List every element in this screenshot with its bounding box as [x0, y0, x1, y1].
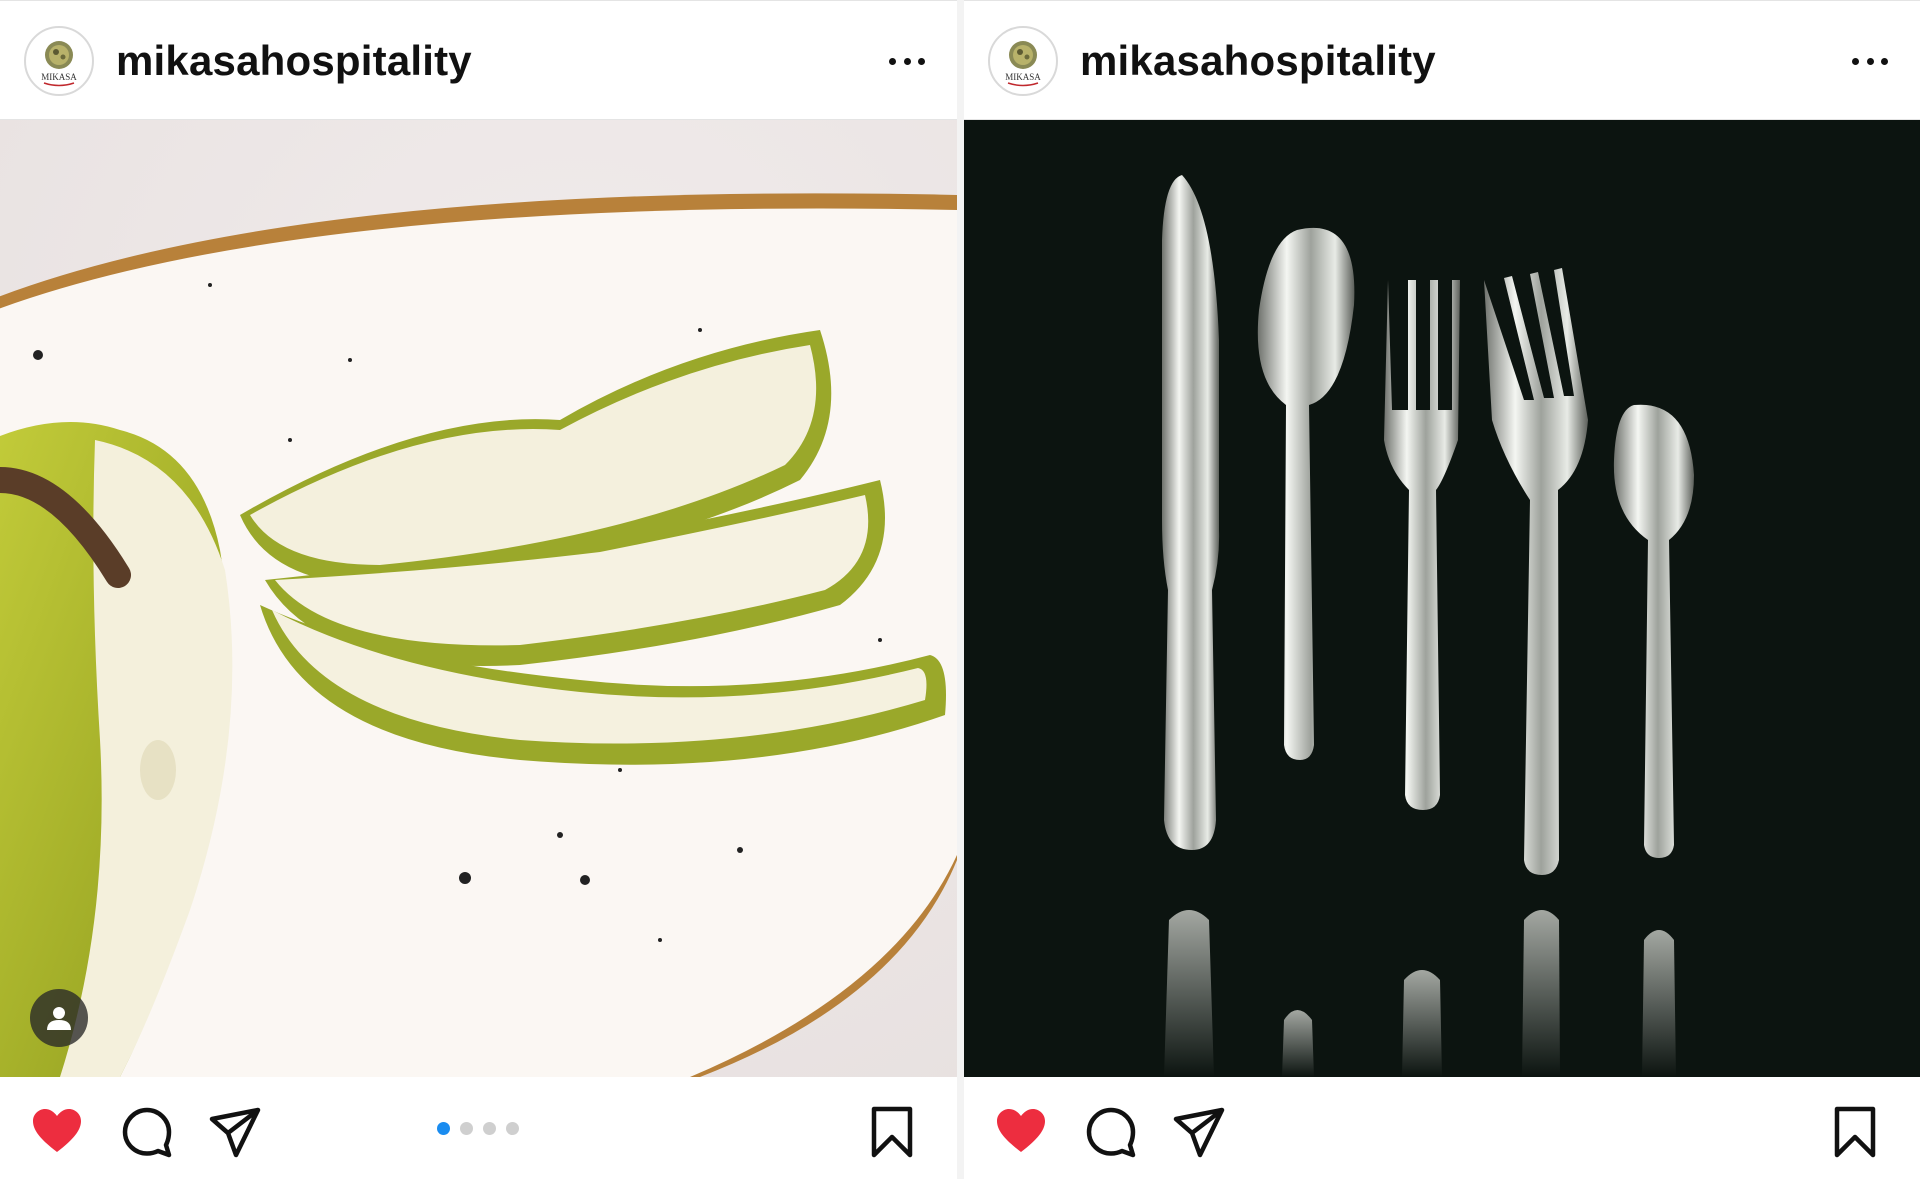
action-bar — [964, 1077, 1920, 1179]
carousel-dot-active — [437, 1122, 450, 1135]
more-dots-icon — [889, 57, 896, 65]
post-card-cutlery: MIKASA mikasahospitality — [964, 0, 1920, 1179]
username[interactable]: mikasahospitality — [116, 37, 472, 85]
post-image[interactable] — [964, 120, 1920, 1077]
more-dots-icon — [1852, 57, 1859, 65]
carousel-dot — [460, 1122, 473, 1135]
mikasa-logo-icon: MIKASA — [41, 41, 77, 87]
avatar-logo-text: MIKASA — [1005, 72, 1041, 82]
bookmark-icon[interactable] — [1828, 1105, 1882, 1159]
post-divider — [957, 0, 964, 1179]
comment-icon[interactable] — [120, 1105, 174, 1159]
more-options-button[interactable] — [1850, 43, 1890, 79]
paper-plane-icon[interactable] — [208, 1105, 262, 1159]
comment-icon[interactable] — [1084, 1105, 1138, 1159]
cutlery-photo — [964, 120, 1920, 1077]
post-header: MIKASA mikasahospitality — [964, 0, 1920, 120]
carousel-dot — [483, 1122, 496, 1135]
username[interactable]: mikasahospitality — [1080, 37, 1436, 85]
post-image[interactable] — [0, 120, 957, 1077]
more-options-button[interactable] — [887, 43, 927, 79]
avatar-logo-text: MIKASA — [41, 72, 77, 82]
user-tag-button[interactable] — [30, 989, 88, 1047]
profile-avatar[interactable]: MIKASA — [988, 26, 1058, 96]
post-card-pear: MIKASA mikasahospitality — [0, 0, 957, 1179]
mikasa-logo-icon: MIKASA — [1005, 41, 1041, 87]
heart-icon[interactable] — [994, 1105, 1048, 1159]
carousel-indicator — [437, 1122, 519, 1135]
paper-plane-icon[interactable] — [1172, 1105, 1226, 1159]
user-tag-icon — [47, 1007, 71, 1030]
bookmark-icon[interactable] — [865, 1105, 919, 1159]
action-bar — [0, 1077, 957, 1179]
carousel-dot — [506, 1122, 519, 1135]
heart-icon[interactable] — [30, 1105, 84, 1159]
profile-avatar[interactable]: MIKASA — [24, 26, 94, 96]
post-header: MIKASA mikasahospitality — [0, 0, 957, 120]
pear-photo — [0, 120, 957, 1077]
